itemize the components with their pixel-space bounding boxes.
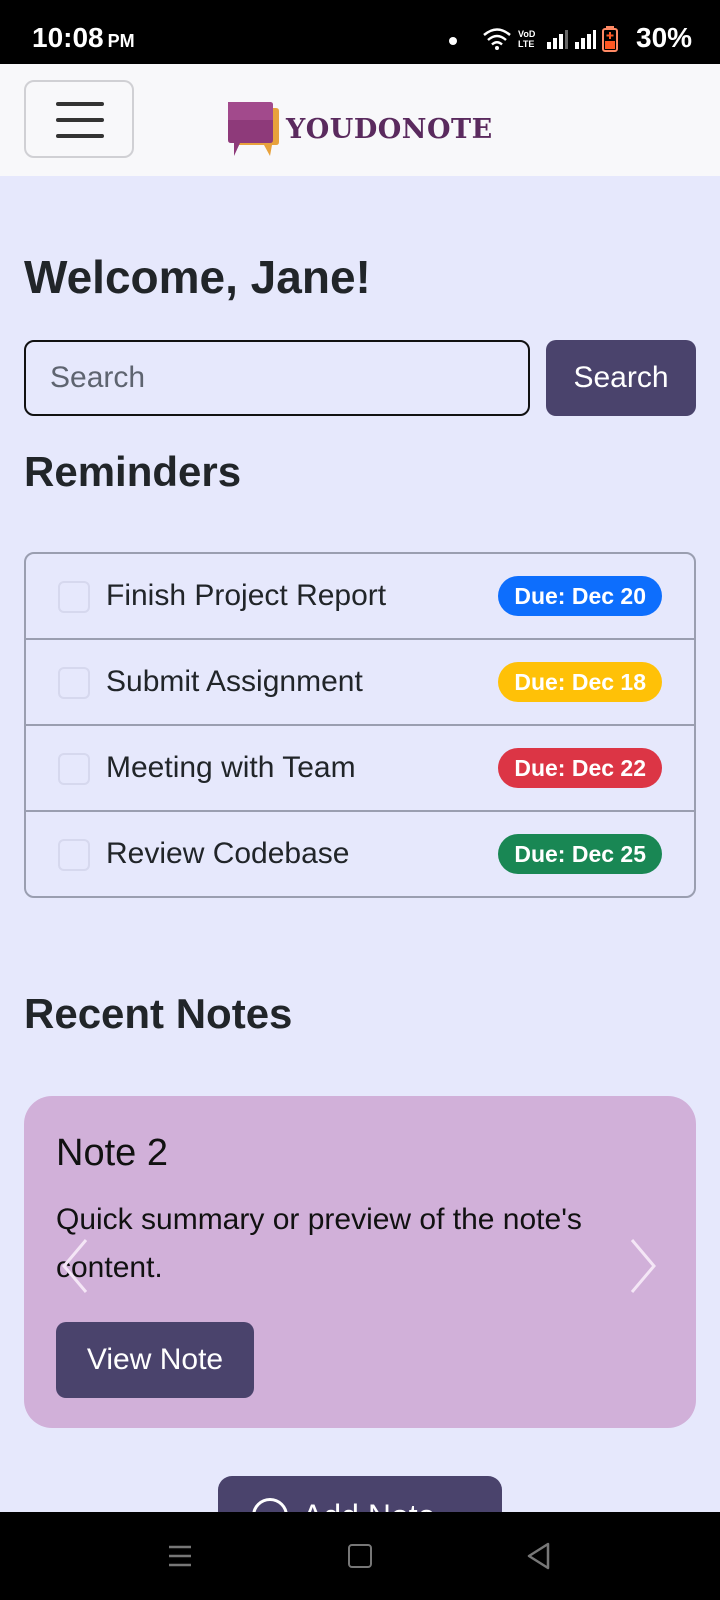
reminders-heading: Reminders xyxy=(24,448,242,495)
brand-name: YOUDONOTE xyxy=(286,113,493,145)
signal-icon xyxy=(547,30,568,49)
wifi-icon xyxy=(483,28,511,50)
system-nav-bar xyxy=(0,1512,720,1600)
reminder-checkbox[interactable] xyxy=(58,753,90,785)
reminder-item: Finish Project Report Due: Dec 20 xyxy=(26,554,694,640)
chevron-left-icon[interactable] xyxy=(60,1238,90,1294)
reminder-label: Meeting with Team xyxy=(106,751,356,784)
recent-notes-heading: Recent Notes xyxy=(24,990,293,1037)
due-badge: Due: Dec 25 xyxy=(498,834,662,874)
back-icon[interactable] xyxy=(526,1542,552,1570)
battery-icon xyxy=(602,26,618,52)
due-badge: Due: Dec 20 xyxy=(498,576,662,616)
speech-bubbles-logo-icon xyxy=(228,102,279,156)
status-icons: VoD LTE xyxy=(482,26,618,52)
reminders-list: Finish Project Report Due: Dec 20 Submit… xyxy=(24,552,696,898)
note-preview: Quick summary or preview of the note's c… xyxy=(56,1203,582,1284)
hamburger-icon-bar xyxy=(56,118,104,122)
brand-logo[interactable]: YOUDONOTE xyxy=(226,100,493,158)
reminder-item: Review Codebase Due: Dec 25 xyxy=(26,812,694,896)
status-time-ampm: PM xyxy=(107,31,135,51)
hamburger-icon-bar xyxy=(56,134,104,138)
app-header: YOUDONOTE xyxy=(0,64,720,176)
reminder-checkbox[interactable] xyxy=(58,581,90,613)
reminder-label: Review Codebase xyxy=(106,837,350,870)
reminder-item: Meeting with Team Due: Dec 22 xyxy=(26,726,694,812)
status-bar: 10:08 PM VoD LTE 30% xyxy=(0,0,720,64)
chevron-right-icon[interactable] xyxy=(628,1238,658,1294)
reminder-label: Submit Assignment xyxy=(106,665,363,698)
hamburger-icon xyxy=(56,102,104,106)
menu-button[interactable] xyxy=(24,80,134,158)
reminder-item: Submit Assignment Due: Dec 18 xyxy=(26,640,694,726)
recent-apps-icon[interactable] xyxy=(168,1544,192,1568)
status-time: 10:08 PM xyxy=(32,22,135,54)
reminder-label: Finish Project Report xyxy=(106,579,387,612)
status-time-value: 10:08 xyxy=(32,22,104,53)
reminder-checkbox[interactable] xyxy=(58,839,90,871)
network-type-label: VoD LTE xyxy=(518,29,536,49)
home-icon[interactable] xyxy=(348,1544,372,1568)
view-note-button[interactable]: View Note xyxy=(56,1322,254,1398)
search-input[interactable] xyxy=(24,340,530,416)
reminder-checkbox[interactable] xyxy=(58,667,90,699)
page-title: Welcome, Jane! xyxy=(24,251,371,303)
due-badge: Due: Dec 18 xyxy=(498,662,662,702)
note-card: Note 2 Quick summary or preview of the n… xyxy=(24,1096,696,1428)
due-badge: Due: Dec 22 xyxy=(498,748,662,788)
notification-dot-icon xyxy=(449,37,457,45)
battery-percent: 30% xyxy=(636,22,693,53)
search-button[interactable]: Search xyxy=(546,340,696,416)
signal-icon-2 xyxy=(575,30,596,49)
note-title: Note 2 xyxy=(56,1132,168,1174)
